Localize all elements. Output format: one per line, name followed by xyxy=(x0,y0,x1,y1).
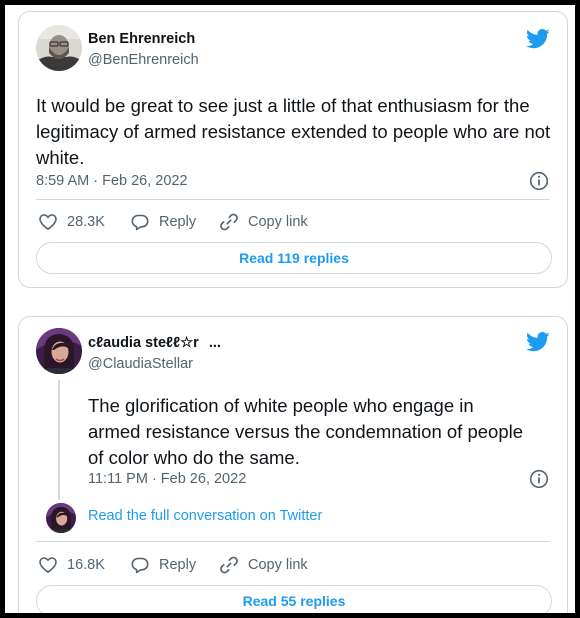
info-icon[interactable] xyxy=(529,469,549,489)
read-replies-button[interactable]: Read 55 replies xyxy=(36,585,552,613)
info-icon[interactable] xyxy=(529,171,549,191)
link-icon xyxy=(220,556,238,574)
author-name-row[interactable]: cℓaudia steℓℓ☆r ... xyxy=(88,335,221,351)
tweet-timestamp[interactable]: 11:11 PM · Feb 26, 2022 xyxy=(88,471,246,487)
author-name[interactable]: cℓaudia steℓℓ☆r xyxy=(88,335,199,351)
twitter-bird-icon[interactable] xyxy=(526,29,550,49)
heart-icon xyxy=(39,214,57,230)
author-handle[interactable]: @ClaudiaStellar xyxy=(88,356,193,372)
conversation-avatar[interactable] xyxy=(46,503,76,533)
tweet-card-1[interactable]: Ben Ehrenreich @BenEhrenreich It would b… xyxy=(18,11,568,288)
twitter-bird-icon[interactable] xyxy=(526,332,550,352)
thread-connector-line xyxy=(58,380,60,500)
tweet-timestamp[interactable]: 8:59 AM · Feb 26, 2022 xyxy=(36,173,188,189)
avatar[interactable] xyxy=(36,328,82,374)
author-name[interactable]: Ben Ehrenreich xyxy=(88,31,195,47)
copy-link-button[interactable]: Copy link xyxy=(219,212,308,232)
speech-bubble-icon xyxy=(131,214,149,231)
read-full-conversation-link[interactable]: Read the full conversation on Twitter xyxy=(88,508,322,524)
divider xyxy=(36,199,550,200)
screenshot-frame: Ben Ehrenreich @BenEhrenreich It would b… xyxy=(5,5,575,613)
tweet-text: The glorification of white people who en… xyxy=(88,395,524,468)
divider xyxy=(36,541,550,542)
reply-button[interactable]: Reply xyxy=(130,555,196,575)
reply-label: Reply xyxy=(159,214,197,230)
copy-link-label: Copy link xyxy=(248,214,308,230)
reply-button[interactable]: Reply xyxy=(130,212,196,232)
tweet-text: It would be great to see just a little o… xyxy=(36,95,551,168)
heart-icon xyxy=(39,557,57,573)
like-count: 16.8K xyxy=(67,557,105,573)
copy-link-label: Copy link xyxy=(248,557,308,573)
copy-link-button[interactable]: Copy link xyxy=(219,555,308,575)
link-icon xyxy=(220,213,238,231)
name-truncation: ... xyxy=(208,335,221,351)
tweet-card-2[interactable]: cℓaudia steℓℓ☆r ... @ClaudiaStellar The … xyxy=(18,316,568,613)
like-button[interactable]: 28.3K xyxy=(38,212,105,232)
reply-label: Reply xyxy=(159,557,197,573)
avatar[interactable] xyxy=(36,25,82,71)
author-handle[interactable]: @BenEhrenreich xyxy=(88,52,199,68)
speech-bubble-icon xyxy=(131,557,149,574)
like-count: 28.3K xyxy=(67,214,105,230)
like-button[interactable]: 16.8K xyxy=(38,555,105,575)
read-replies-button[interactable]: Read 119 replies xyxy=(36,242,552,274)
